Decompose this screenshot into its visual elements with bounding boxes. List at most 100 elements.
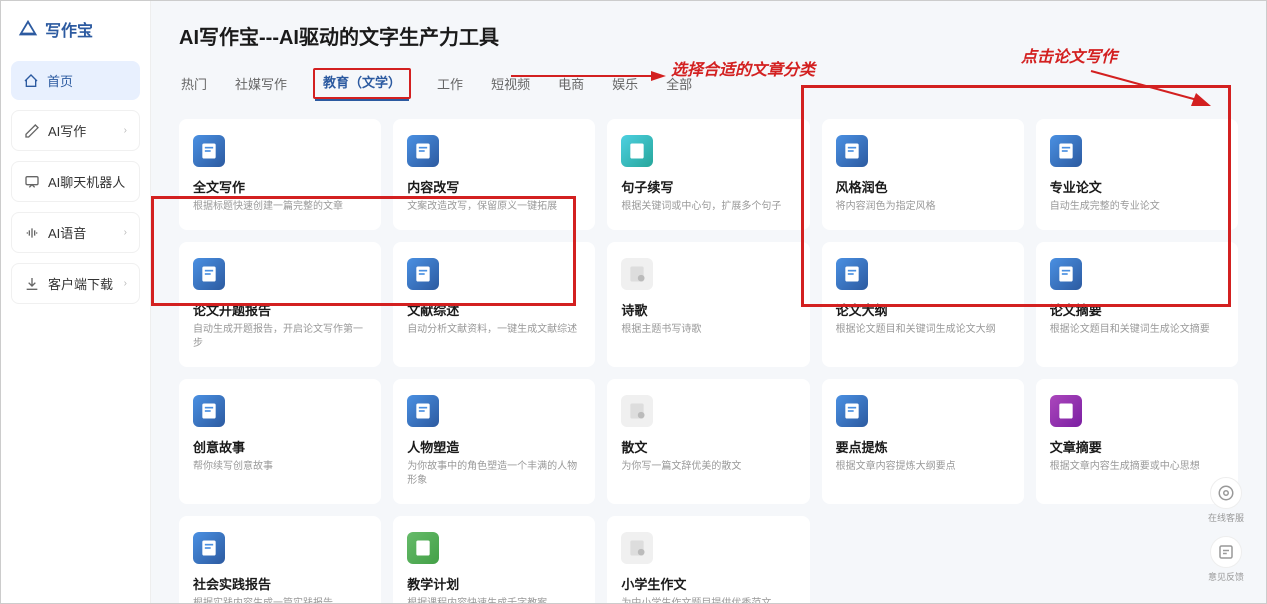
- card-诗歌[interactable]: 诗歌根据主题书写诗歌: [607, 242, 809, 367]
- card-icon: [1050, 258, 1082, 290]
- card-icon: [621, 395, 653, 427]
- card-title: 论文开题报告: [193, 300, 367, 319]
- card-icon: [836, 258, 868, 290]
- tab-entertain[interactable]: 娱乐: [610, 68, 640, 99]
- feedback-icon: [1210, 536, 1242, 568]
- page-title: AI写作宝---AI驱动的文字生产力工具: [179, 21, 1238, 50]
- card-icon: [621, 258, 653, 290]
- sidebar-item-home[interactable]: 首页: [11, 61, 140, 100]
- sidebar-item-label: 客户端下载: [48, 274, 113, 293]
- card-desc: 自动分析文献资料，一键生成文献综述: [407, 323, 581, 337]
- sidebar-item-ai-chat[interactable]: AI聊天机器人: [11, 161, 140, 202]
- sidebar-item-ai-write[interactable]: AI写作 ›: [11, 110, 140, 151]
- card-内容改写[interactable]: 内容改写文案改造改写，保留原义一键拓展: [393, 119, 595, 230]
- card-icon: [836, 135, 868, 167]
- card-icon: [836, 395, 868, 427]
- card-论文开题报告[interactable]: 论文开题报告自动生成开题报告，开启论文写作第一步: [179, 242, 381, 367]
- card-title: 论文大纲: [836, 300, 1010, 319]
- card-title: 小学生作文: [621, 574, 795, 593]
- card-句子续写[interactable]: 句子续写根据关键词或中心句，扩展多个句子: [607, 119, 809, 230]
- card-desc: 文案改造改写，保留原义一键拓展: [407, 200, 581, 214]
- card-title: 内容改写: [407, 177, 581, 196]
- card-desc: 根据实践内容生成一篇实践报告: [193, 597, 367, 603]
- card-title: 教学计划: [407, 574, 581, 593]
- card-desc: 为中小学生作文题目提供优秀范文: [621, 597, 795, 603]
- card-title: 要点提炼: [836, 437, 1010, 456]
- card-论文大纲[interactable]: 论文大纲根据论文题目和关键词生成论文大纲: [822, 242, 1024, 367]
- card-社会实践报告[interactable]: 社会实践报告根据实践内容生成一篇实践报告: [179, 516, 381, 603]
- sidebar-item-download[interactable]: 客户端下载 ›: [11, 263, 140, 304]
- card-title: 散文: [621, 437, 795, 456]
- chevron-right-icon: ›: [124, 125, 127, 136]
- tab-education[interactable]: 教育（文学）: [313, 68, 411, 99]
- main-content: AI写作宝---AI驱动的文字生产力工具 热门 社媒写作 教育（文学） 工作 短…: [151, 1, 1266, 603]
- card-icon: [621, 532, 653, 564]
- card-desc: 将内容润色为指定风格: [836, 200, 1010, 214]
- tab-ecommerce[interactable]: 电商: [556, 68, 586, 99]
- card-desc: 为你故事中的角色塑造一个丰满的人物形象: [407, 460, 581, 488]
- card-desc: 根据课程内容快速生成千字教案: [407, 597, 581, 603]
- card-title: 文章摘要: [1050, 437, 1224, 456]
- sidebar-item-label: AI聊天机器人: [48, 172, 125, 191]
- card-全文写作[interactable]: 全文写作根据标题快速创建一篇完整的文章: [179, 119, 381, 230]
- brand-name: 写作宝: [45, 17, 93, 41]
- card-icon: [193, 532, 225, 564]
- card-人物塑造[interactable]: 人物塑造为你故事中的角色塑造一个丰满的人物形象: [393, 379, 595, 504]
- tab-all[interactable]: 全部: [664, 68, 694, 99]
- customer-service-button[interactable]: 在线客服: [1206, 477, 1246, 524]
- card-要点提炼[interactable]: 要点提炼根据文章内容提炼大纲要点: [822, 379, 1024, 504]
- card-小学生作文[interactable]: 小学生作文为中小学生作文题目提供优秀范文: [607, 516, 809, 603]
- card-专业论文[interactable]: 专业论文自动生成完整的专业论文: [1036, 119, 1238, 230]
- sidebar-item-label: AI写作: [48, 121, 86, 140]
- card-desc: 根据论文题目和关键词生成论文大纲: [836, 323, 1010, 337]
- pencil-icon: [24, 123, 40, 139]
- tab-shortvideo[interactable]: 短视频: [489, 68, 532, 99]
- card-title: 句子续写: [621, 177, 795, 196]
- card-desc: 根据主题书写诗歌: [621, 323, 795, 337]
- card-icon: [407, 395, 439, 427]
- tab-social[interactable]: 社媒写作: [233, 68, 289, 99]
- headset-icon: [1210, 477, 1242, 509]
- floating-buttons: 在线客服 意见反馈: [1206, 477, 1246, 583]
- card-icon: [407, 532, 439, 564]
- download-icon: [24, 276, 40, 292]
- float-label: 在线客服: [1208, 511, 1244, 524]
- card-icon: [193, 135, 225, 167]
- tab-work[interactable]: 工作: [435, 68, 465, 99]
- chevron-right-icon: ›: [124, 278, 127, 289]
- card-icon: [193, 395, 225, 427]
- card-desc: 自动生成开题报告，开启论文写作第一步: [193, 323, 367, 351]
- tab-hot[interactable]: 热门: [179, 68, 209, 99]
- card-icon: [621, 135, 653, 167]
- card-title: 全文写作: [193, 177, 367, 196]
- feedback-button[interactable]: 意见反馈: [1206, 536, 1246, 583]
- card-创意故事[interactable]: 创意故事帮你续写创意故事: [179, 379, 381, 504]
- card-教学计划[interactable]: 教学计划根据课程内容快速生成千字教案: [393, 516, 595, 603]
- logo: 写作宝: [11, 13, 140, 51]
- sidebar-item-label: 首页: [47, 71, 73, 90]
- card-title: 创意故事: [193, 437, 367, 456]
- card-title: 风格润色: [836, 177, 1010, 196]
- category-tabs: 热门 社媒写作 教育（文学） 工作 短视频 电商 娱乐 全部: [179, 68, 1238, 99]
- chevron-right-icon: ›: [124, 227, 127, 238]
- card-title: 人物塑造: [407, 437, 581, 456]
- card-title: 社会实践报告: [193, 574, 367, 593]
- chat-icon: [24, 174, 40, 190]
- float-label: 意见反馈: [1208, 570, 1244, 583]
- card-desc: 根据文章内容生成摘要或中心思想: [1050, 460, 1224, 474]
- card-文献综述[interactable]: 文献综述自动分析文献资料，一键生成文献综述: [393, 242, 595, 367]
- logo-icon: [17, 18, 39, 40]
- card-desc: 根据关键词或中心句，扩展多个句子: [621, 200, 795, 214]
- home-icon: [23, 73, 39, 89]
- audio-icon: [24, 225, 40, 241]
- cards-grid: 全文写作根据标题快速创建一篇完整的文章内容改写文案改造改写，保留原义一键拓展句子…: [179, 119, 1238, 603]
- card-title: 文献综述: [407, 300, 581, 319]
- card-desc: 自动生成完整的专业论文: [1050, 200, 1224, 214]
- card-散文[interactable]: 散文为你写一篇文辞优美的散文: [607, 379, 809, 504]
- sidebar-item-label: AI语音: [48, 223, 86, 242]
- card-论文摘要[interactable]: 论文摘要根据论文题目和关键词生成论文摘要: [1036, 242, 1238, 367]
- card-icon: [193, 258, 225, 290]
- card-icon: [1050, 395, 1082, 427]
- card-风格润色[interactable]: 风格润色将内容润色为指定风格: [822, 119, 1024, 230]
- sidebar-item-ai-voice[interactable]: AI语音 ›: [11, 212, 140, 253]
